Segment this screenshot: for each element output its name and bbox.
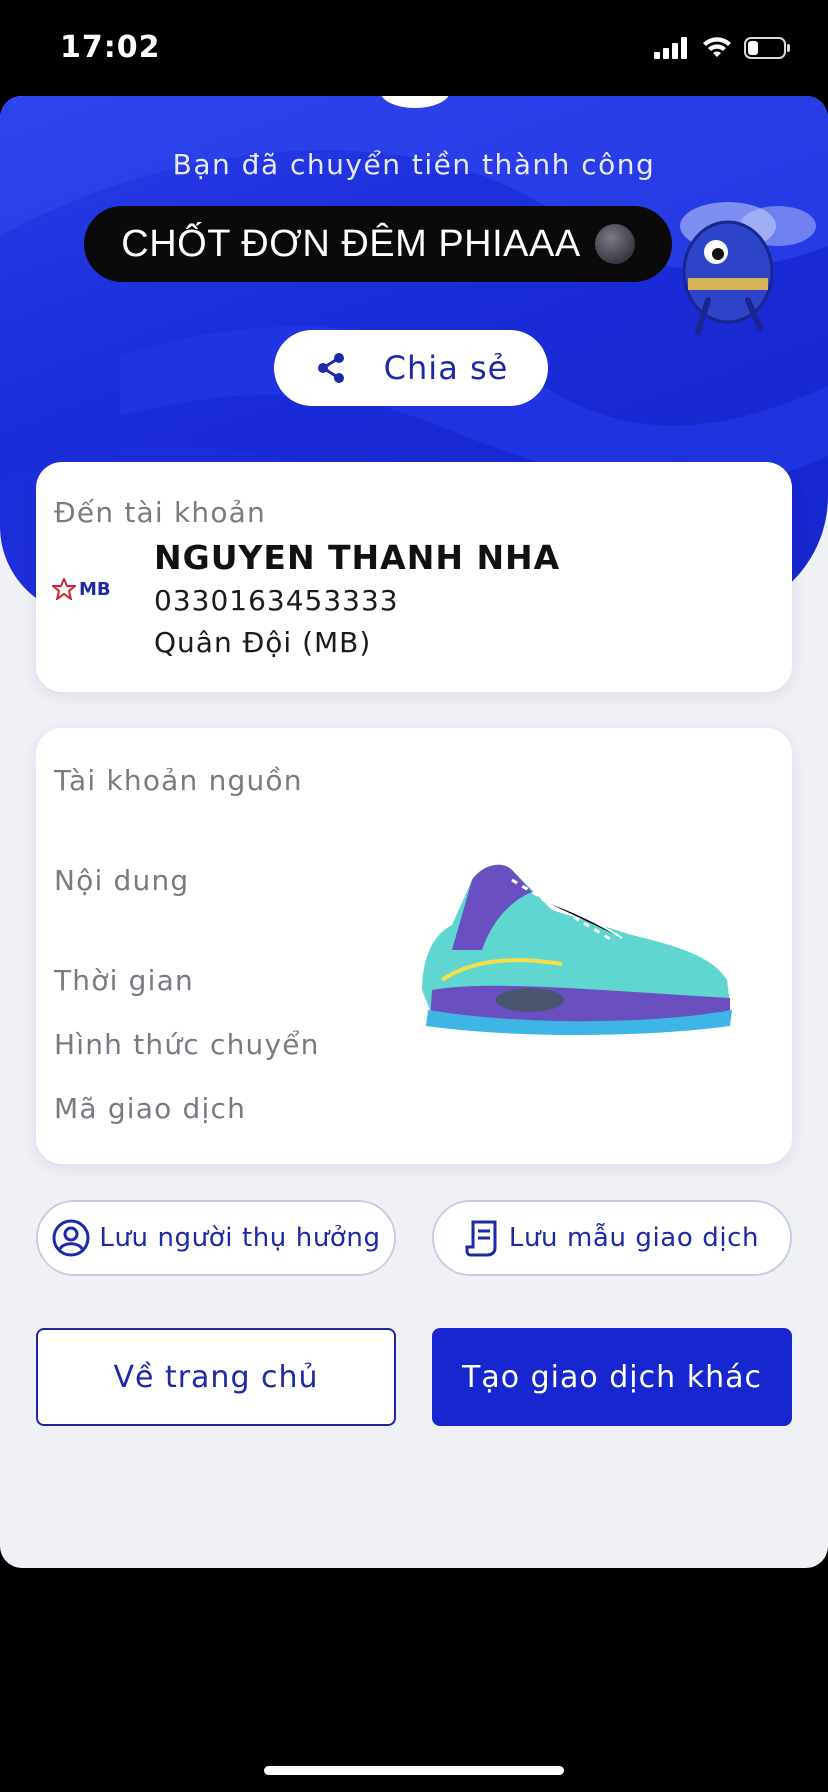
sneaker-image bbox=[422, 864, 732, 1035]
share-label: Chia sẻ bbox=[383, 349, 509, 387]
wifi-icon bbox=[703, 37, 731, 57]
transaction-id-label: Mã giao dịch bbox=[54, 1092, 247, 1125]
status-time: 17:02 bbox=[60, 30, 161, 65]
mb-star-icon bbox=[52, 578, 76, 600]
time-label: Thời gian bbox=[54, 964, 194, 997]
content-label: Nội dung bbox=[54, 864, 190, 897]
cellular-signal-icon bbox=[654, 37, 687, 59]
receipt-icon bbox=[465, 1220, 497, 1257]
save-payee-label: Lưu người thụ hưởng bbox=[99, 1223, 381, 1253]
recipient-name: NGUYEN THANH NHA bbox=[154, 538, 561, 577]
caption-text: CHỐT ĐƠN ĐÊM PHIAAA bbox=[121, 222, 581, 265]
new-moon-face-icon bbox=[594, 224, 635, 264]
destination-account-card: Đến tài khoản MB NGUYEN THANH NHA 033016… bbox=[36, 462, 792, 692]
user-circle-icon bbox=[52, 1219, 90, 1257]
save-template-button[interactable]: Lưu mẫu giao dịch bbox=[432, 1200, 792, 1276]
source-account-label: Tài khoản nguồn bbox=[54, 764, 303, 797]
home-button[interactable]: Về trang chủ bbox=[36, 1328, 396, 1426]
mb-bank-logo: MB bbox=[52, 578, 111, 600]
recipient-account-number: 0330163453333 bbox=[154, 584, 399, 617]
home-indicator[interactable] bbox=[264, 1766, 564, 1775]
success-message: Bạn đã chuyển tiền thành công bbox=[172, 148, 656, 181]
status-icons bbox=[654, 36, 792, 60]
transfer-result-screen: Bạn đã chuyển tiền thành công CHỐT ĐƠN Đ… bbox=[0, 96, 828, 1568]
save-payee-button[interactable]: Lưu người thụ hưởng bbox=[36, 1200, 396, 1276]
share-button[interactable]: Chia sẻ bbox=[274, 330, 548, 406]
transaction-details-card: Tài khoản nguồn Nội dung Thời gian Hình … bbox=[36, 728, 792, 1164]
battery-icon bbox=[744, 37, 790, 59]
recipient-bank-name: Quân Đội (MB) bbox=[154, 626, 372, 659]
transfer-type-label: Hình thức chuyển bbox=[54, 1028, 320, 1061]
mb-logo-text: MB bbox=[79, 578, 111, 600]
mascot-bee-illustration bbox=[680, 202, 816, 335]
new-transaction-button[interactable]: Tạo giao dịch khác bbox=[432, 1328, 792, 1426]
caption-overlay: CHỐT ĐƠN ĐÊM PHIAAA bbox=[84, 206, 672, 282]
status-bar: 17:02 bbox=[0, 0, 828, 96]
destination-label: Đến tài khoản bbox=[54, 496, 266, 529]
share-icon bbox=[317, 353, 344, 383]
save-template-label: Lưu mẫu giao dịch bbox=[508, 1223, 760, 1253]
